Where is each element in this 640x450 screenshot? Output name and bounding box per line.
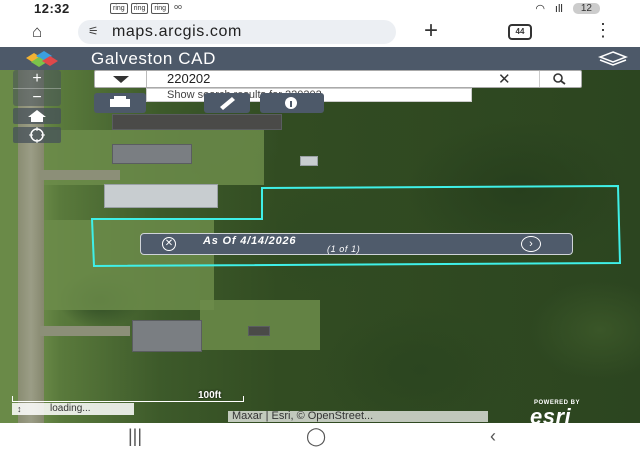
status-time: 12:32: [34, 1, 70, 16]
new-tab-icon[interactable]: +: [424, 17, 438, 45]
locate-button[interactable]: [13, 127, 61, 143]
default-extent-button[interactable]: [13, 108, 61, 124]
home-nav-icon[interactable]: ◯: [306, 426, 326, 447]
search-button[interactable]: [539, 71, 579, 87]
url-text[interactable]: maps.arcgis.com: [112, 23, 242, 41]
info-button[interactable]: [260, 93, 324, 113]
battery-icon: 12: [572, 3, 600, 14]
scale-label: 100ft: [198, 390, 222, 401]
tabs-icon[interactable]: 44: [508, 24, 532, 40]
wifi-icon: ◠: [535, 3, 545, 15]
close-icon[interactable]: ✕: [162, 237, 176, 251]
search-input[interactable]: 220202: [167, 71, 210, 87]
locate-icon: [29, 127, 45, 143]
search-icon: [553, 73, 566, 85]
browser-toolbar: ⌂ ⚟ maps.arcgis.com + 44 ⋮: [0, 17, 640, 47]
loading-indicator: ↕ loading...: [12, 403, 134, 415]
clear-icon[interactable]: ✕: [498, 70, 511, 88]
layers-icon[interactable]: [598, 50, 628, 68]
loading-icon: ↕: [17, 404, 22, 414]
zoom-out-button[interactable]: −: [13, 88, 61, 106]
zoom-control: + −: [13, 70, 61, 106]
chevron-down-icon: [113, 76, 129, 83]
feature-popup: ✕ As Of 4/14/2026 (1 of 1) ›: [140, 233, 573, 255]
home-icon: [28, 110, 46, 122]
address-bar[interactable]: ⚟ maps.arcgis.com: [78, 20, 396, 44]
notification-icons: ring ring ring oo: [110, 3, 184, 14]
measure-button[interactable]: [204, 93, 250, 113]
system-nav-bar: ||| ◯ ‹: [0, 423, 640, 450]
popup-count: (1 of 1): [327, 244, 361, 254]
ruler-icon: [220, 97, 235, 110]
app-title: Galveston CAD: [91, 49, 216, 68]
notification-icon: ring: [110, 3, 128, 14]
zoom-in-button[interactable]: +: [13, 70, 61, 88]
tune-icon[interactable]: ⚟: [88, 24, 99, 38]
app-header: Galveston CAD: [0, 47, 640, 70]
back-icon[interactable]: ‹: [490, 426, 496, 447]
app-logo-icon: [26, 51, 58, 67]
loading-text: loading...: [50, 403, 91, 414]
next-feature-button[interactable]: ›: [521, 236, 541, 252]
popup-title: As Of 4/14/2026: [203, 235, 297, 247]
home-icon[interactable]: ⌂: [32, 22, 42, 42]
search-source-dropdown[interactable]: [95, 71, 147, 87]
print-button[interactable]: [94, 93, 146, 113]
printer-icon: [110, 96, 130, 107]
map-attribution[interactable]: Maxar | Esri, © OpenStreet...: [228, 411, 488, 422]
notification-icon: ring: [151, 3, 170, 14]
status-bar: 12:32 ring ring ring oo ◠ ıll 12: [0, 0, 640, 17]
menu-icon[interactable]: ⋮: [594, 20, 612, 41]
search-widget: 220202 ✕: [94, 70, 582, 88]
info-icon: [285, 97, 297, 109]
signal-icon: ıll: [554, 2, 563, 15]
recent-apps-icon[interactable]: |||: [128, 426, 142, 447]
voicemail-icon: oo: [174, 4, 182, 11]
notification-icon: ring: [130, 3, 149, 14]
